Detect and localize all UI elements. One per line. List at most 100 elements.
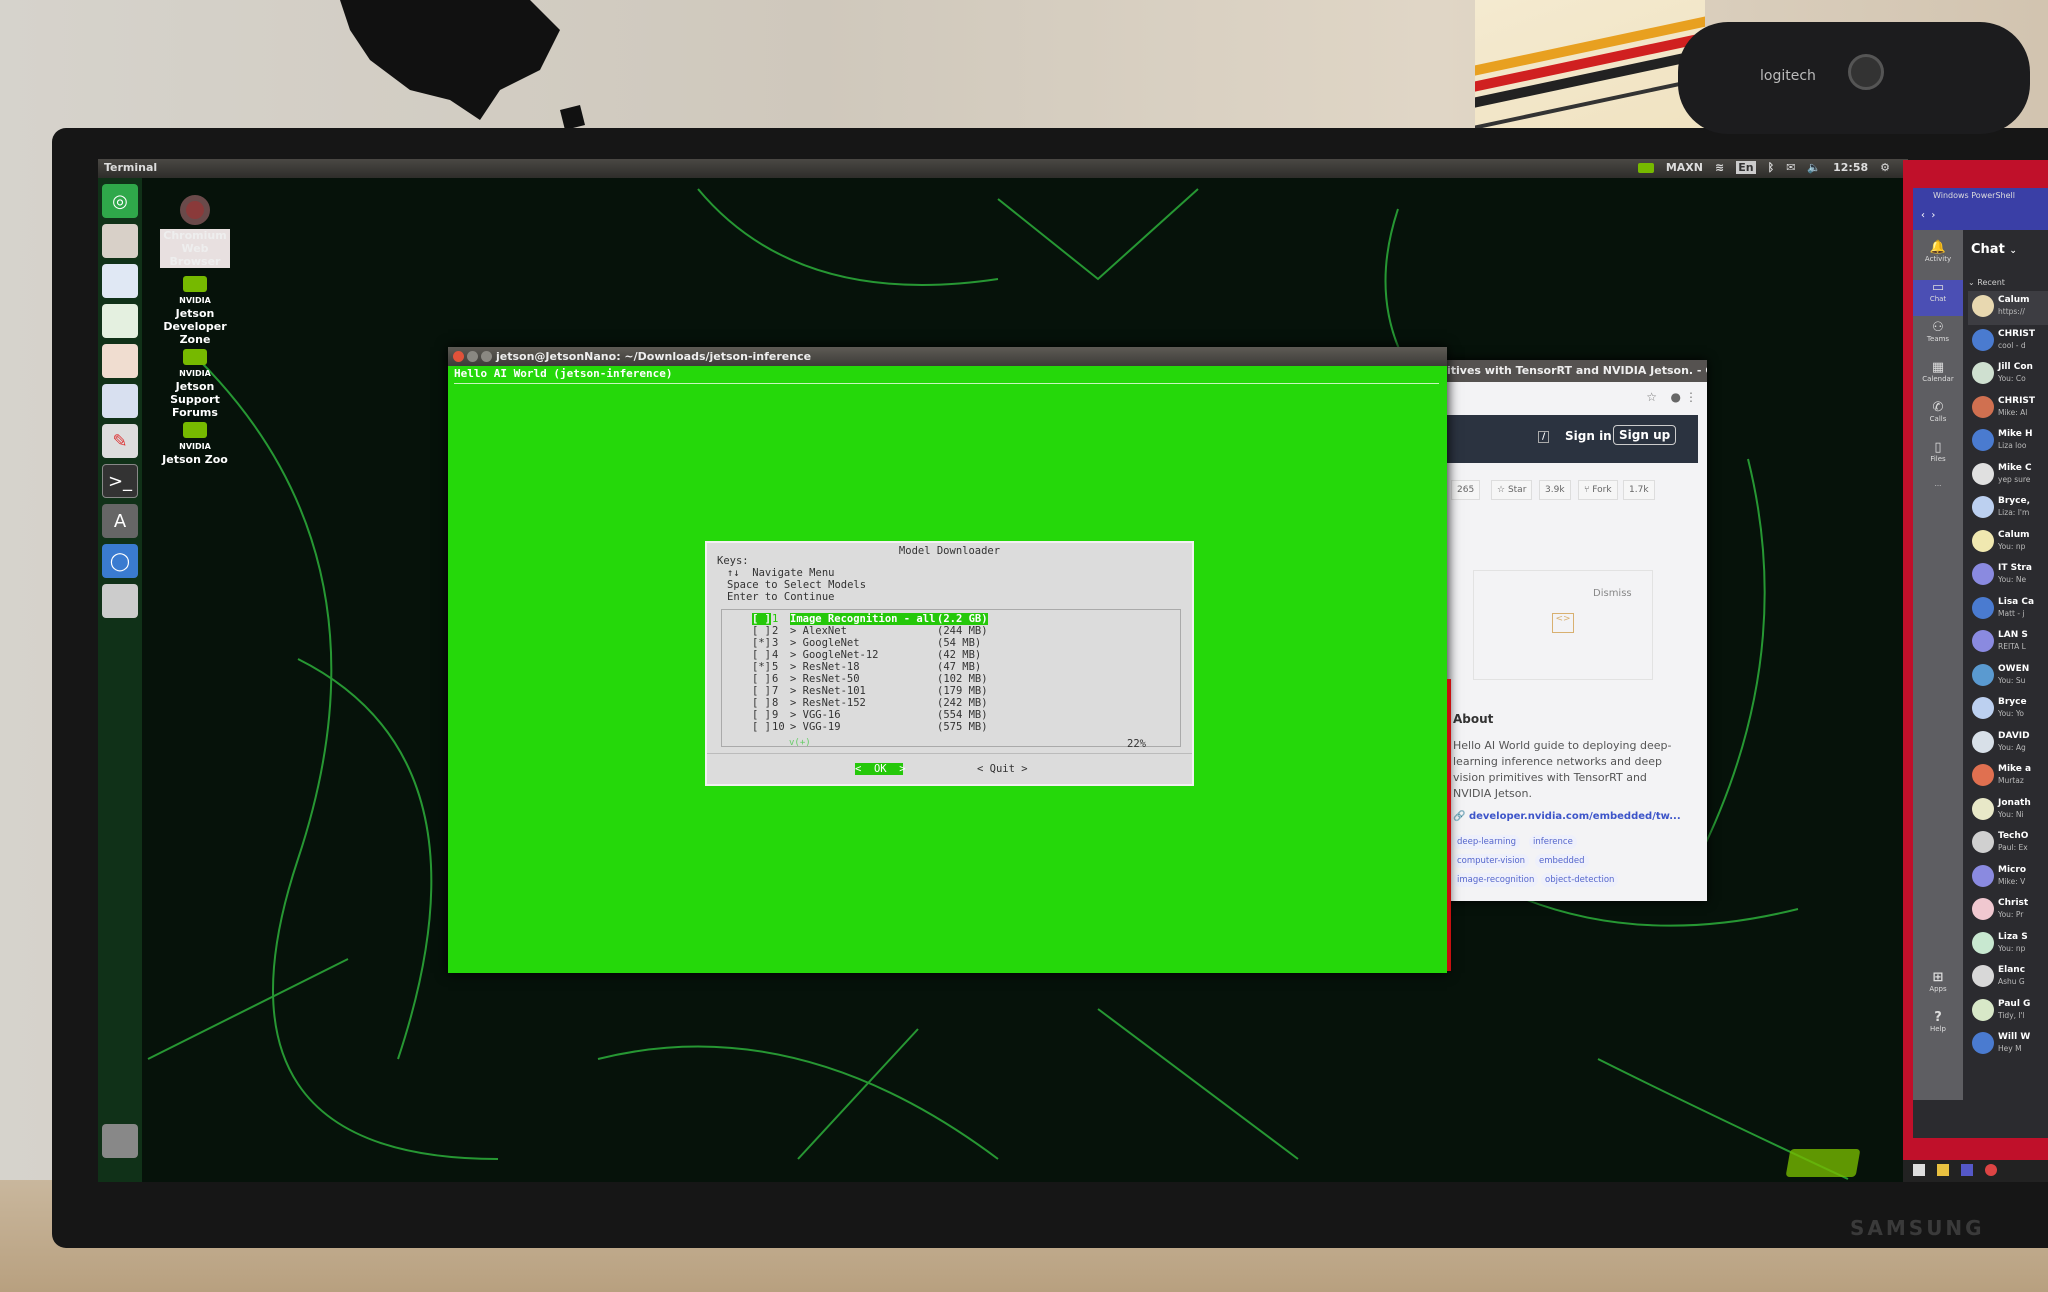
fork-button[interactable]: ⑂ Fork [1578,480,1618,500]
wifi-icon[interactable]: ≋ [1715,161,1724,174]
model-checkbox[interactable]: [ ] [752,613,771,625]
chat-list-item[interactable]: Mike H Liza loo [1968,425,2048,459]
chat-list-item[interactable]: Paul G Tidy, I'l [1968,995,2048,1029]
calc-icon[interactable] [102,304,138,338]
model-checkbox[interactable]: [ ] [752,709,771,721]
chat-list-item[interactable]: Calum https:// [1968,291,2048,325]
nvidia-icon[interactable] [1637,162,1654,173]
desktop-icon-jetson-developer-zone[interactable]: NVIDIA Jetson Developer Zone [160,276,230,346]
drive-icon[interactable] [102,584,138,618]
sign-in-link[interactable]: Sign in [1565,429,1612,443]
chat-list-item[interactable]: Mike a Murtaz [1968,760,2048,794]
bookmark-star-icon[interactable]: ☆ [1646,390,1657,404]
search-shortcut[interactable]: / [1538,431,1550,443]
chromium-icon[interactable]: ◯ [102,544,138,578]
desktop-icon-jetson-zoo[interactable]: NVIDIA Jetson Zoo [160,422,230,466]
topic-tag[interactable]: object-detection [1541,873,1619,887]
impress-icon[interactable] [102,344,138,378]
chat-list-item[interactable]: Christ You: Pr [1968,894,2048,928]
rail-help[interactable]: ? Help [1913,1010,1963,1033]
chat-list-item[interactable]: Jonath You: Ni [1968,794,2048,828]
model-list-item[interactable]: [ ] 6 > ResNet-50 (102 MB) [722,673,1182,685]
bluetooth-icon[interactable]: ᛒ [1768,161,1775,174]
rail-apps[interactable]: ⊞ Apps [1913,970,1963,993]
model-checkbox[interactable]: [ ] [752,721,771,733]
rail-[interactable]: ... [1913,480,1963,488]
volume-icon[interactable]: 🔈 [1807,161,1821,174]
chrome-taskbar-icon[interactable] [1985,1164,1997,1176]
model-checkbox[interactable]: [ ] [752,649,771,661]
chat-list-item[interactable]: Will W Hey M [1968,1028,2048,1062]
chat-list-item[interactable]: CHRIST Mike: Al [1968,392,2048,426]
terminal-title-bar[interactable]: jetson@JetsonNano: ~/Downloads/jetson-in… [448,347,1447,366]
model-checkbox[interactable]: [ ] [752,673,771,685]
chat-list-item[interactable]: Calum You: np [1968,526,2048,560]
model-list[interactable]: [ ] 1 Image Recognition - all models (2.2 G… [721,609,1181,747]
chat-list-item[interactable]: Liza S You: np [1968,928,2048,962]
website-link[interactable]: 🔗 developer.nvidia.com/embedded/tw... [1453,811,1681,822]
chat-list-item[interactable]: TechO Paul: Ex [1968,827,2048,861]
quit-button[interactable]: < Quit > [977,763,1028,775]
teams-window[interactable]: Windows PowerShell ‹ › 🔔 Activity ▭ Chat ⚇ Te… [1913,188,2048,1138]
rail-calendar[interactable]: ▦ Calendar [1913,360,1963,383]
chat-list-item[interactable]: Micro Mike: V [1968,861,2048,895]
chat-header[interactable]: Chat ⌄ [1971,242,2017,257]
model-list-item[interactable]: [ ] 9 > VGG-16 (554 MB) [722,709,1182,721]
ubuntu-dash-icon[interactable]: ◎ [102,184,138,218]
chat-list-item[interactable]: Elanc Ashu G [1968,961,2048,995]
close-icon[interactable] [453,351,464,362]
topic-tag[interactable]: inference [1529,835,1577,849]
windows-start-icon[interactable] [1913,1164,1925,1176]
model-list-item[interactable]: [ ] 7 > ResNet-101 (179 MB) [722,685,1182,697]
back-icon[interactable]: ‹ [1921,210,1925,221]
keyboard-layout[interactable]: En [1736,161,1756,174]
writer-icon[interactable] [102,264,138,298]
model-list-item[interactable]: [ ] 10 > VGG-19 (575 MB) [722,721,1182,733]
rail-activity[interactable]: 🔔 Activity [1913,240,1963,263]
rail-chat[interactable]: ▭ Chat [1913,280,1963,316]
terminal-window[interactable]: jetson@JetsonNano: ~/Downloads/jetson-in… [448,347,1447,973]
sign-up-button[interactable]: Sign up [1613,425,1677,445]
model-downloader-dialog[interactable]: Model Downloader Keys: ↑↓ Navigate Menu … [705,541,1194,786]
forward-icon[interactable]: › [1931,210,1935,221]
chrome-window[interactable]: itives with TensorRT and NVIDIA Jetson. … [1443,360,1707,901]
profile-icon[interactable]: ● [1671,390,1681,404]
rail-files[interactable]: ▯ Files [1913,440,1963,463]
model-list-item[interactable]: [ ] 1 Image Recognition - all models (2.2 G… [722,613,1182,625]
desktop-icon-chromium[interactable]: Chromium Web Browser [160,195,230,268]
ok-button[interactable]: < OK > [855,763,906,775]
topic-tag[interactable]: embedded [1535,854,1589,868]
trash-icon[interactable] [102,1124,138,1158]
mail-icon[interactable]: ✉ [1786,161,1795,174]
topic-tag[interactable]: image-recognition [1453,873,1539,887]
chat-list-item[interactable]: Mike Cyep sure [1968,459,2048,493]
file-explorer-icon[interactable] [1937,1164,1949,1176]
terminal-icon[interactable]: >_ [102,464,138,498]
menu-icon[interactable]: ⋮ [1685,390,1697,404]
maximize-icon[interactable] [481,351,492,362]
settings-icon[interactable]: ✎ [102,424,138,458]
power-mode[interactable]: MAXN [1666,161,1703,174]
model-checkbox[interactable]: [ ] [752,697,771,709]
chat-list-item[interactable]: DAVID You: Ag [1968,727,2048,761]
chat-list-item[interactable]: Lisa Ca Matt - j [1968,593,2048,627]
topic-tag[interactable]: deep-learning [1453,835,1520,849]
model-checkbox[interactable]: [*] [752,661,771,673]
model-checkbox[interactable]: [ ] [752,685,771,697]
chat-list-item[interactable]: OWEN You: Su [1968,660,2048,694]
model-list-item[interactable]: [*] 5 > ResNet-18 (47 MB) [722,661,1182,673]
chat-list-item[interactable]: CHRIST cool - d [1968,325,2048,359]
gear-icon[interactable]: ⚙ [1880,161,1890,174]
dismiss-button[interactable]: Dismiss [1593,588,1632,599]
model-list-item[interactable]: [ ] 4 > GoogleNet-12 (42 MB) [722,649,1182,661]
chat-list-item[interactable]: LAN S REITA L [1968,626,2048,660]
rail-calls[interactable]: ✆ Calls [1913,400,1963,423]
model-list-item[interactable]: [*] 3 > GoogleNet (54 MB) [722,637,1182,649]
chat-list-item[interactable]: Jill Con You: Co [1968,358,2048,392]
desktop-icon-jetson-support-forums[interactable]: NVIDIA Jetson Support Forums [160,349,230,419]
topic-tag[interactable]: computer-vision [1453,854,1530,868]
recent-section[interactable]: ⌄ Recent [1968,278,2005,287]
chat-list-item[interactable]: Bryce, Liza: I'm [1968,492,2048,526]
model-checkbox[interactable]: [*] [752,637,771,649]
clock[interactable]: 12:58 [1833,161,1868,174]
